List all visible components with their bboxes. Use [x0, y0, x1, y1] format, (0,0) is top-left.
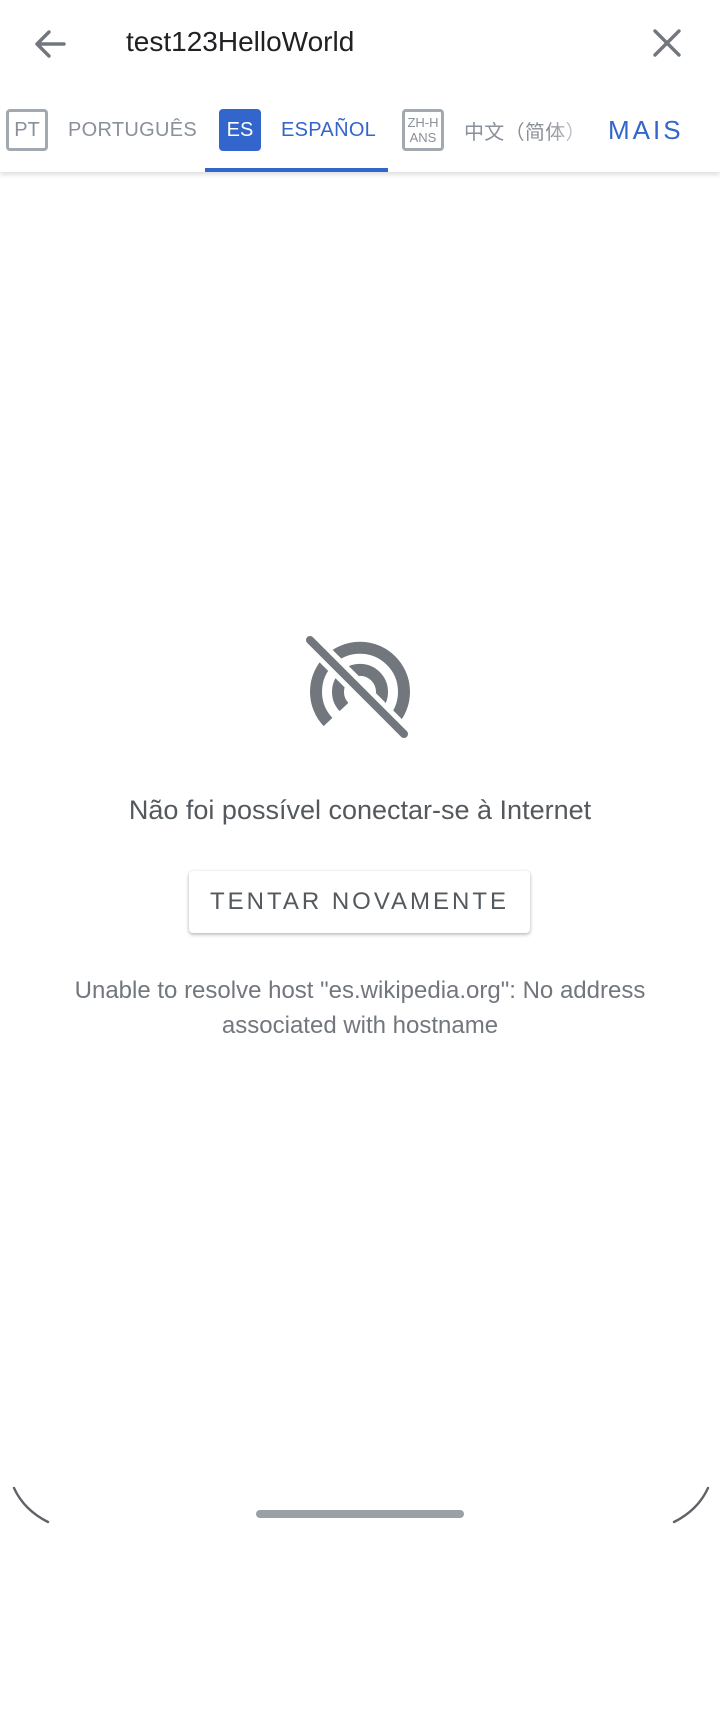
language-code-badge: ES [219, 109, 261, 151]
no-connection-icon [300, 630, 420, 750]
search-toolbar [0, 0, 720, 89]
home-indicator[interactable] [256, 1510, 464, 1518]
error-details: Unable to resolve host "es.wikipedia.org… [74, 977, 646, 1039]
tabs-fade-overlay [548, 88, 598, 172]
language-code-line: ZH-H [407, 115, 439, 130]
selected-tab-indicator [205, 168, 388, 172]
language-code-badge: PT [6, 109, 48, 151]
search-input[interactable] [126, 14, 626, 70]
close-icon[interactable] [638, 14, 696, 72]
language-code-badge: ZH-H ANS [402, 109, 444, 151]
error-message: Não foi possível conectar-se à Internet [128, 795, 592, 825]
language-tabs: PT PORTUGUÊS ES ESPAÑOL ZH-H ANS 中文（简体） … [0, 88, 720, 172]
language-name: ESPAÑOL [281, 118, 377, 141]
back-gesture-hint-icon [10, 1484, 54, 1526]
more-languages-button[interactable]: MAIS [596, 88, 720, 172]
back-arrow-icon[interactable] [22, 16, 78, 72]
language-code-line: ANS [409, 130, 437, 145]
retry-button[interactable]: TENTAR NOVAMENTE [189, 871, 530, 933]
language-name: PORTUGUÊS [68, 118, 198, 141]
tab-language-portuguese[interactable]: PT PORTUGUÊS [6, 88, 197, 172]
forward-gesture-hint-icon [668, 1484, 712, 1526]
tab-language-spanish[interactable]: ES ESPAÑOL [219, 88, 376, 172]
